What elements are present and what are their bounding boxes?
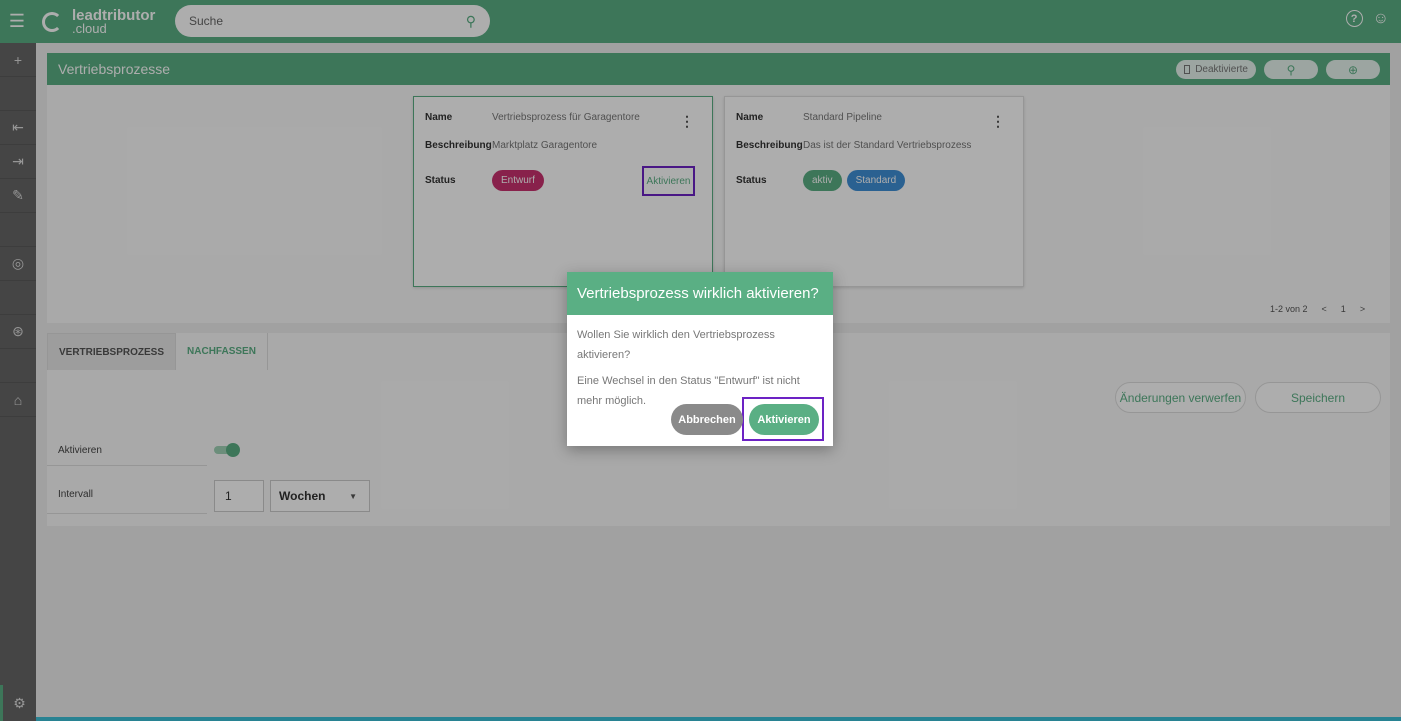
confirm-dialog: Vertriebsprozess wirklich aktivieren? Wo… <box>567 272 833 446</box>
confirm-activate-button[interactable]: Aktivieren <box>749 404 819 435</box>
dialog-title: Vertriebsprozess wirklich aktivieren? <box>567 272 833 315</box>
dialog-question: Wollen Sie wirklich den Vertriebsprozess… <box>577 329 775 361</box>
cancel-button[interactable]: Abbrechen <box>671 404 743 435</box>
